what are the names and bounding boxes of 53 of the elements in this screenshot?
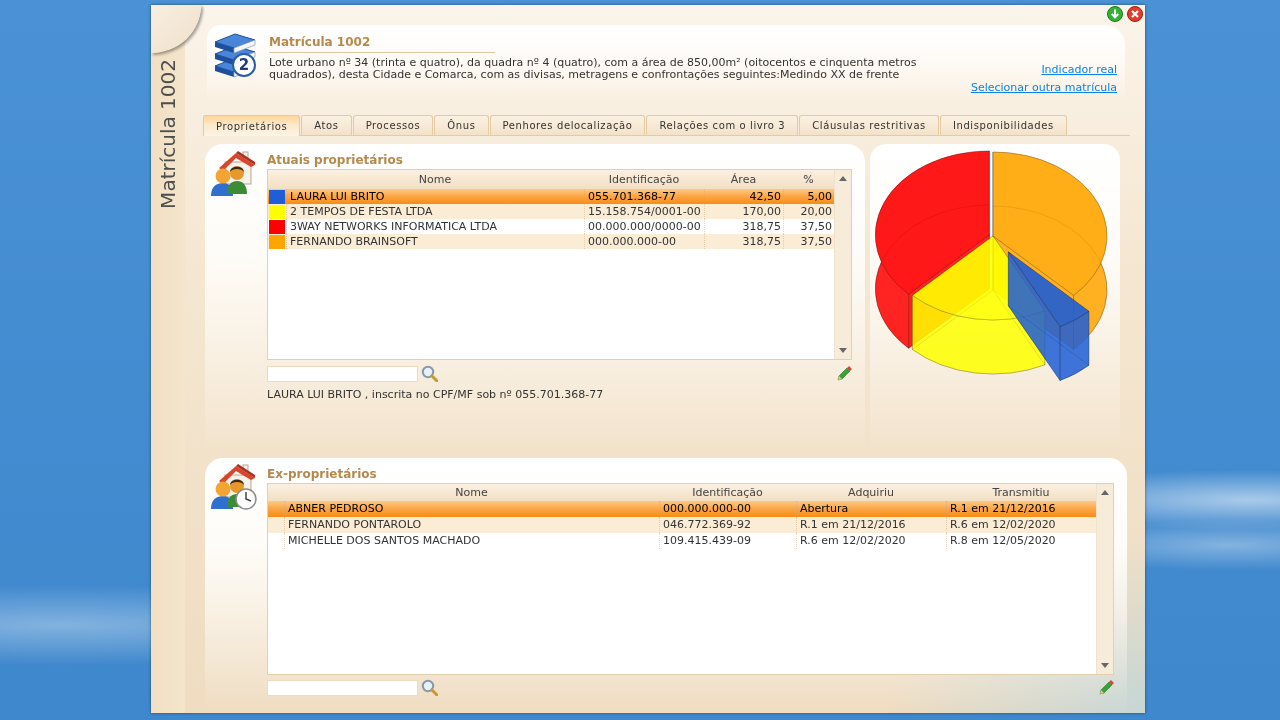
close-icon[interactable] bbox=[1127, 6, 1143, 22]
table-cell: 000.000.000-00 bbox=[584, 234, 704, 249]
table-cell: FERNANDO BRAINSOFT bbox=[286, 234, 584, 249]
table-cell: MICHELLE DOS SANTOS MACHADO bbox=[284, 533, 659, 549]
table-row[interactable]: LAURA LUI BRITO 055.701.368-77 42,50 5,00 bbox=[268, 189, 834, 204]
column-header: Transmitiu bbox=[991, 485, 1051, 501]
table-cell: R.6 em 12/02/2020 bbox=[796, 533, 946, 549]
table-row[interactable]: ABNER PEDROSO 000.000.000-00 Abertura R.1 em 21/12/2016 bbox=[268, 501, 1096, 517]
search-icon[interactable] bbox=[421, 365, 438, 382]
link[interactable]: Selecionar outra matrícula bbox=[970, 81, 1117, 94]
pencil-icon[interactable] bbox=[1099, 680, 1114, 695]
house-people-icon bbox=[209, 150, 256, 196]
down-arrow-circle-icon[interactable] bbox=[1107, 6, 1123, 22]
column-header: Identificação bbox=[691, 485, 764, 501]
scrollbar[interactable] bbox=[834, 170, 851, 359]
record-description: Lote urbano nº 34 (trinta e quatro), da quadra nº 4 (quatro), com a área de 850,00m² (oitocentos e cinquenta metros quadrados), desta Cidade e Comarca, com as divisas, metragens e confrontações seguintes:Medindo XX de frente bbox=[269, 57, 918, 81]
side-title: Matrícula 1002 bbox=[156, 59, 180, 209]
scroll-down-icon[interactable] bbox=[839, 348, 847, 353]
search-icon[interactable] bbox=[421, 679, 438, 696]
tab[interactable]: Cláusulas restritivas bbox=[799, 115, 939, 135]
house-people-clock-icon bbox=[209, 463, 257, 510]
column-header: Nome bbox=[417, 172, 453, 188]
record-title: Matrícula 1002 bbox=[269, 34, 372, 49]
column-header: Adquiriu bbox=[847, 485, 895, 501]
column-header: Nome bbox=[454, 485, 489, 501]
column-header: Área bbox=[729, 172, 758, 188]
tab[interactable]: Proprietários bbox=[203, 115, 301, 136]
search-field[interactable] bbox=[267, 679, 418, 696]
table-row[interactable]: 3WAY NETWORKS INFORMATICA LTDA 00.000.000/0000-00 318,75 37,50 bbox=[268, 219, 834, 234]
link[interactable]: Indicador real bbox=[1041, 63, 1117, 76]
table-row[interactable]: 2 TEMPOS DE FESTA LTDA 15.158.754/0001-00 170,00 20,00 bbox=[268, 204, 834, 219]
tab[interactable]: Processos bbox=[352, 115, 434, 135]
owner-summary: LAURA LUI BRITO , inscrita no CPF/MF sob nº 055.701.368-77 bbox=[267, 389, 605, 401]
scrollbar[interactable] bbox=[1096, 484, 1113, 674]
column-header: Identificação bbox=[607, 172, 681, 188]
table-row[interactable]: FERNANDO BRAINSOFT 000.000.000-00 318,75 37,50 bbox=[268, 234, 834, 249]
search-field[interactable] bbox=[267, 365, 418, 382]
table-cell: 318,75 bbox=[704, 234, 783, 249]
section-title: Atuais proprietários bbox=[267, 153, 404, 167]
corner-ornament bbox=[151, 5, 201, 53]
table-cell: 109.415.439-09 bbox=[659, 533, 796, 549]
scroll-up-icon[interactable] bbox=[1101, 490, 1109, 495]
section-title: Ex-proprietários bbox=[267, 467, 378, 481]
tab[interactable]: Penhores delocalização bbox=[489, 115, 646, 135]
tab[interactable]: Indisponibilidades bbox=[939, 115, 1067, 135]
tab[interactable]: Atos bbox=[301, 115, 352, 135]
table-row[interactable]: FERNANDO PONTAROLO 046.772.369-92 R.1 em 21/12/2016 R.6 em 12/02/2020 bbox=[268, 517, 1096, 533]
pencil-icon[interactable] bbox=[837, 366, 852, 381]
column-header: % bbox=[802, 172, 815, 188]
tab[interactable]: Ônus bbox=[434, 115, 489, 135]
scroll-up-icon[interactable] bbox=[839, 176, 847, 181]
tab[interactable]: Relações com o livro 3 bbox=[646, 115, 799, 135]
scroll-down-icon[interactable] bbox=[1101, 663, 1109, 668]
